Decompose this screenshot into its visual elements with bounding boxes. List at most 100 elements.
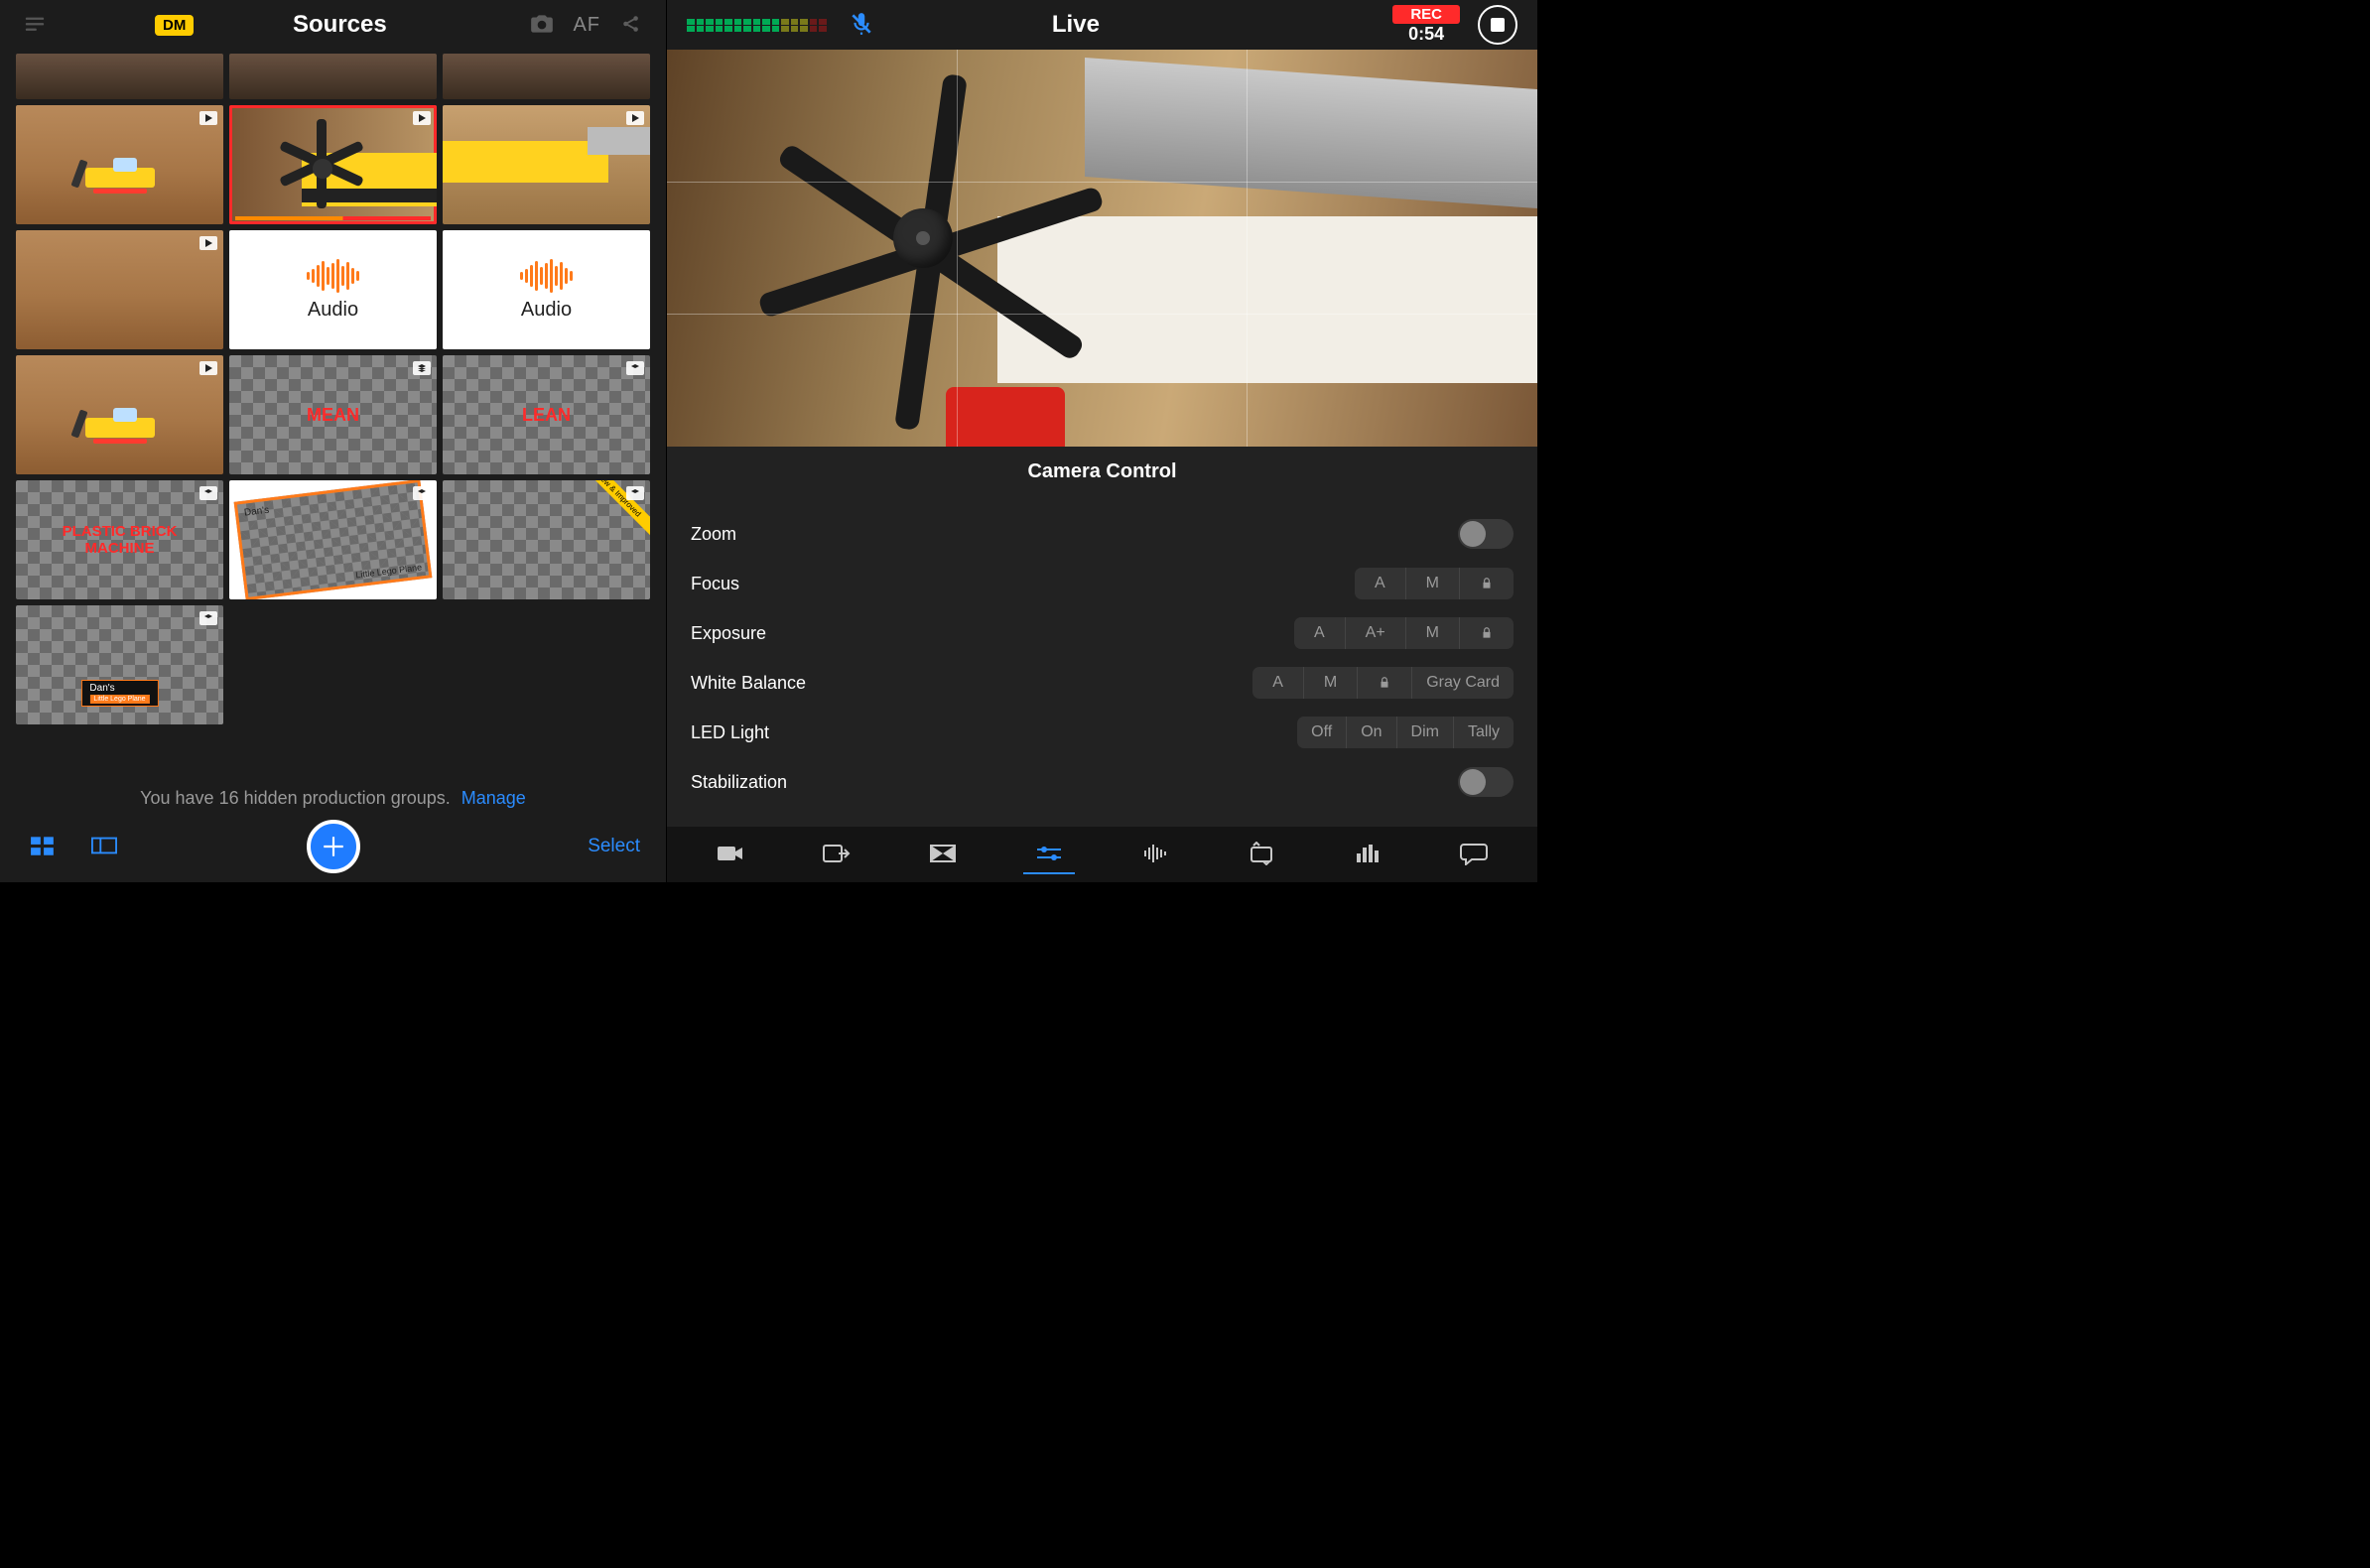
led-row: LED Light Off On Dim Tally [691,708,1514,757]
stabilization-label: Stabilization [691,772,1458,793]
card-title: Dan's [243,505,269,519]
focus-label: Focus [691,574,1355,594]
stop-button[interactable] [1478,5,1517,45]
play-icon [413,111,431,125]
focus-segmented[interactable]: A M [1355,568,1514,599]
source-tile[interactable] [16,54,223,99]
led-off[interactable]: Off [1297,717,1346,748]
source-tile-audio[interactable]: Audio [443,230,650,349]
zoom-toggle[interactable] [1458,519,1514,549]
manage-link[interactable]: Manage [461,788,526,808]
add-source-button[interactable] [307,820,360,873]
rec-badge: REC [1392,5,1460,24]
source-tile[interactable] [443,54,650,99]
exposure-label: Exposure [691,623,1294,644]
led-tally[interactable]: Tally [1453,717,1514,748]
select-button[interactable]: Select [588,836,640,857]
play-icon [199,111,217,125]
wb-m[interactable]: M [1303,667,1357,699]
stabilization-row: Stabilization [691,757,1514,807]
layers-icon [199,611,217,625]
sources-header: DM Sources AF [0,0,666,50]
audio-label: Audio [521,299,572,322]
sources-title: Sources [168,11,511,39]
camera-icon[interactable] [525,9,559,42]
source-tile-card[interactable]: Dan's Little Lego Plane [229,480,437,599]
led-label: LED Light [691,722,1297,743]
exposure-lock-icon[interactable] [1459,617,1514,649]
output-tab-icon[interactable] [811,836,862,874]
live-title: Live [777,11,1376,39]
card-subtitle: Little Lego Plane [355,562,423,580]
focus-manual[interactable]: M [1405,568,1459,599]
play-icon [199,361,217,375]
audio-tab-icon[interactable] [1129,836,1181,874]
source-tile-overlay[interactable]: PLASTIC BRICK MACHINE [16,480,223,599]
preview-caption: Camera Control [667,447,1537,509]
exposure-segmented[interactable]: A A+ M [1294,617,1514,649]
wb-a[interactable]: A [1252,667,1303,699]
exposure-m[interactable]: M [1405,617,1459,649]
live-toolbar [667,827,1537,882]
camera-controls: Zoom Focus A M Exposure A A+ M [667,509,1537,827]
overlay-text: LEAN [443,355,650,474]
source-tile[interactable] [16,355,223,474]
layers-icon [626,361,644,375]
wb-segmented[interactable]: A M Gray Card [1252,667,1514,699]
source-tile[interactable] [16,230,223,349]
exposure-row: Exposure A A+ M [691,608,1514,658]
menu-icon[interactable] [18,9,52,42]
layers-icon [626,486,644,500]
wb-label: White Balance [691,673,1252,694]
overlay-text: MEAN [229,355,437,474]
led-dim[interactable]: Dim [1396,717,1453,748]
sliders-tab-icon[interactable] [1023,836,1075,874]
source-tile[interactable] [229,54,437,99]
focus-lock-icon[interactable] [1459,568,1514,599]
share-icon[interactable] [614,9,648,42]
waveform-icon [307,259,359,293]
overlay-text: PLASTIC BRICK MACHINE [16,480,223,599]
live-preview[interactable] [667,50,1537,447]
source-tile[interactable] [443,105,650,224]
exposure-a[interactable]: A [1294,617,1345,649]
columns-view-icon[interactable] [87,831,121,863]
exposure-aplus[interactable]: A+ [1345,617,1405,649]
rec-time: 0:54 [1408,24,1444,45]
source-tile[interactable] [16,105,223,224]
stabilization-toggle[interactable] [1458,767,1514,797]
hidden-groups-hint: You have 16 hidden production groups. Ma… [16,788,650,809]
chat-tab-icon[interactable] [1448,836,1500,874]
source-tile-audio[interactable]: Audio [229,230,437,349]
transition-tab-icon[interactable] [917,836,969,874]
wb-row: White Balance A M Gray Card [691,658,1514,708]
live-panel: Live REC 0:54 Camera Control Zoom Focus [667,0,1537,882]
led-on[interactable]: On [1346,717,1395,748]
autofocus-button[interactable]: AF [573,14,600,37]
camera-tab-icon[interactable] [705,836,756,874]
play-icon [199,236,217,250]
play-icon [626,111,644,125]
zoom-row: Zoom [691,509,1514,559]
layers-icon [199,486,217,500]
live-header: Live REC 0:54 [667,0,1537,50]
source-tile-overlay[interactable]: MEAN [229,355,437,474]
lower-third: Dan'sLittle Lego Plane [80,680,158,707]
grid-view-icon[interactable] [26,831,60,863]
wb-graycard[interactable]: Gray Card [1411,667,1514,699]
layers-icon [413,361,431,375]
led-segmented[interactable]: Off On Dim Tally [1297,717,1514,748]
source-tile-overlay[interactable]: New & Improved [443,480,650,599]
histogram-tab-icon[interactable] [1342,836,1393,874]
source-tile-lowerthird[interactable]: Dan'sLittle Lego Plane [16,605,223,724]
source-tile-selected[interactable] [229,105,437,224]
source-tile-overlay[interactable]: LEAN [443,355,650,474]
waveform-icon [520,259,573,293]
focus-row: Focus A M [691,559,1514,608]
sources-grid[interactable]: Audio Audio MEAN LEA [0,50,666,772]
switch-camera-icon[interactable] [1236,836,1287,874]
audio-label: Audio [308,299,358,322]
wb-lock-icon[interactable] [1357,667,1411,699]
sources-panel: DM Sources AF [0,0,667,882]
focus-auto[interactable]: A [1355,568,1405,599]
